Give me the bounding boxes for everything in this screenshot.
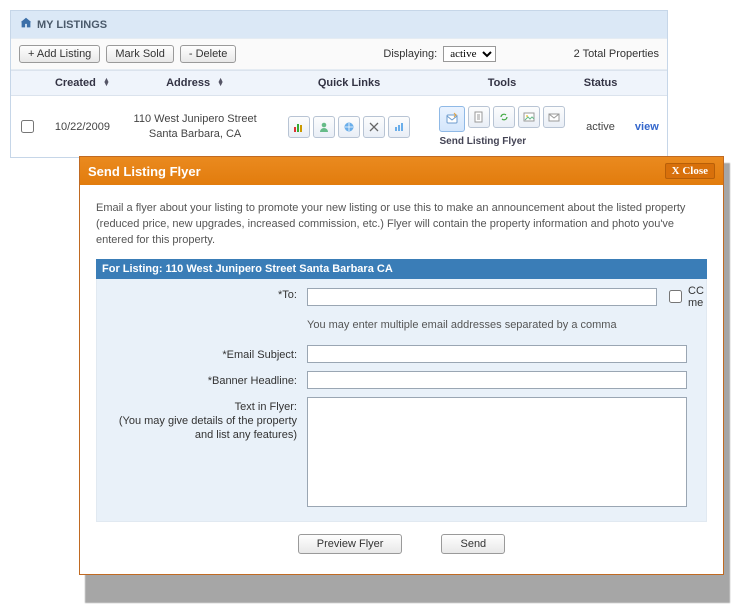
- send-button[interactable]: Send: [441, 534, 505, 554]
- ql-tools-icon[interactable]: [363, 116, 385, 138]
- col-tools: Tools: [488, 77, 517, 89]
- to-hint: You may enter multiple email addresses s…: [307, 317, 696, 337]
- preview-flyer-button[interactable]: Preview Flyer: [298, 534, 403, 554]
- flyer-text-textarea[interactable]: [307, 397, 687, 507]
- row-checkbox[interactable]: [21, 120, 34, 133]
- modal-title: Send Listing Flyer: [88, 164, 201, 179]
- cc-me-label: CC me: [688, 285, 704, 309]
- displaying-select[interactable]: active: [443, 46, 496, 62]
- send-flyer-modal: Send Listing Flyer X Close Email a flyer…: [79, 156, 724, 575]
- displaying-label: Displaying:: [383, 48, 437, 60]
- text-in-flyer-label: Text in Flyer: (You may give details of …: [107, 397, 297, 443]
- banner-headline-input[interactable]: [307, 371, 687, 389]
- banner-label: *Banner Headline:: [107, 371, 297, 388]
- tool-picture-icon[interactable]: [518, 106, 540, 128]
- listings-table: Created ▲▼ Address ▲▼ Quick Links Tools …: [11, 70, 667, 157]
- tool-caption: Send Listing Flyer: [436, 136, 569, 147]
- for-listing-bar: For Listing: 110 West Junipero Street Sa…: [96, 259, 707, 279]
- subject-label: *Email Subject:: [107, 345, 297, 362]
- ql-chart-icon[interactable]: [288, 116, 310, 138]
- total-properties: 2 Total Properties: [574, 48, 659, 60]
- to-label: *To:: [107, 285, 297, 302]
- my-listings-panel: MY LISTINGS + Add Listing Mark Sold - De…: [10, 10, 668, 158]
- col-created[interactable]: Created: [55, 77, 96, 89]
- ql-globe-icon[interactable]: [338, 116, 360, 138]
- modal-titlebar: Send Listing Flyer X Close: [80, 157, 723, 185]
- modal-intro: Email a flyer about your listing to prom…: [96, 201, 707, 249]
- add-listing-button[interactable]: + Add Listing: [19, 45, 100, 63]
- tool-flyer-icon[interactable]: [439, 106, 465, 132]
- to-input[interactable]: [307, 288, 657, 306]
- sort-caret-icon[interactable]: ▲▼: [103, 79, 110, 87]
- flyer-form: *To: CC me You may enter multiple email …: [96, 279, 707, 522]
- delete-button[interactable]: - Delete: [180, 45, 237, 63]
- sort-caret-icon[interactable]: ▲▼: [217, 79, 224, 87]
- tool-sync-icon[interactable]: [493, 106, 515, 128]
- table-row: 10/22/2009 110 West Junipero Street Sant…: [11, 96, 667, 158]
- ql-person-icon[interactable]: [313, 116, 335, 138]
- created-cell: 10/22/2009: [43, 96, 121, 158]
- my-listings-header: MY LISTINGS: [11, 11, 667, 38]
- cc-me-checkbox[interactable]: [669, 290, 682, 303]
- email-subject-input[interactable]: [307, 345, 687, 363]
- view-link[interactable]: view: [635, 121, 659, 133]
- status-cell: active: [586, 121, 615, 133]
- address-cell: 110 West Junipero Street Santa Barbara, …: [122, 96, 269, 158]
- home-icon: [19, 16, 33, 33]
- col-status: Status: [584, 77, 618, 89]
- col-quick-links: Quick Links: [318, 77, 380, 89]
- mark-sold-button[interactable]: Mark Sold: [106, 45, 174, 63]
- listings-toolbar: + Add Listing Mark Sold - Delete Display…: [11, 38, 667, 70]
- tool-doc-icon[interactable]: [468, 106, 490, 128]
- tool-mail-icon[interactable]: [543, 106, 565, 128]
- col-address[interactable]: Address: [166, 77, 210, 89]
- close-button[interactable]: X Close: [665, 163, 715, 179]
- my-listings-title: MY LISTINGS: [37, 19, 107, 31]
- ql-graph-icon[interactable]: [388, 116, 410, 138]
